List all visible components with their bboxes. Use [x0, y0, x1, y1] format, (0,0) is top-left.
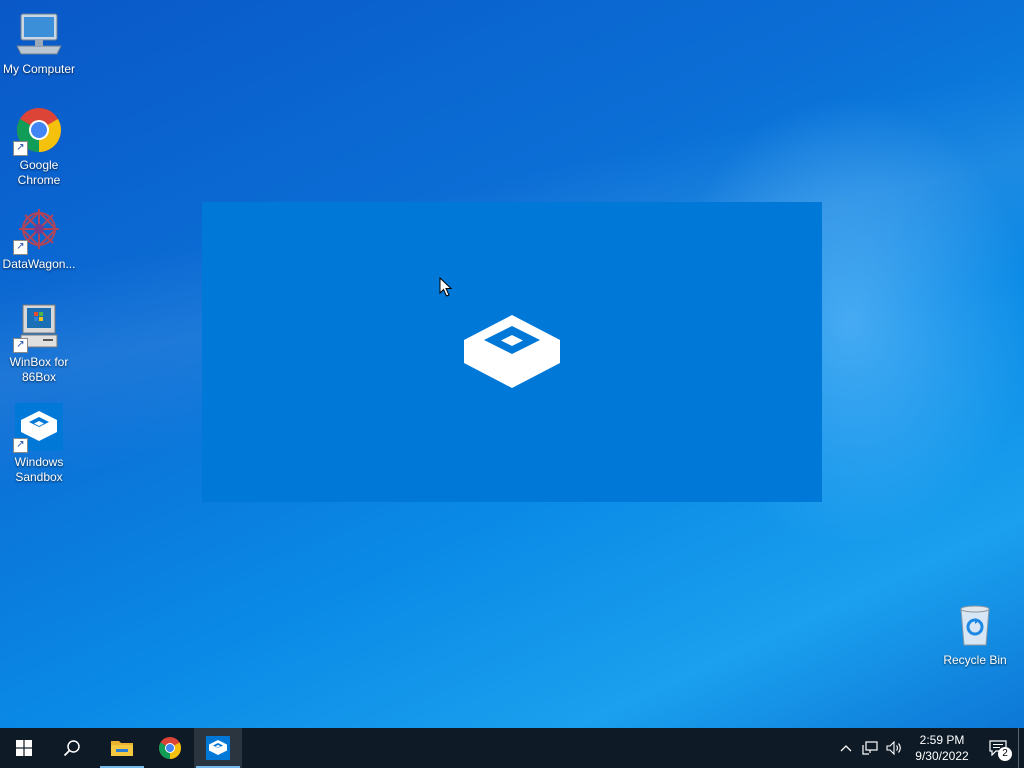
winbox-icon: ↗ — [13, 303, 63, 353]
shortcut-arrow-icon: ↗ — [13, 438, 28, 453]
chrome-icon: ↗ — [13, 106, 63, 156]
windows-sandbox-icon: ↗ — [13, 403, 63, 453]
windows-sandbox-splash-window[interactable] — [202, 202, 822, 502]
start-button[interactable] — [0, 728, 48, 768]
windows-logo-icon — [16, 740, 32, 756]
windows-sandbox-logo-icon — [464, 315, 560, 388]
speaker-icon — [886, 741, 901, 755]
show-desktop-button[interactable] — [1018, 728, 1024, 768]
clock-time: 2:59 PM — [919, 733, 965, 747]
desktop-icon-windows-sandbox[interactable]: ↗ Windows Sandbox — [0, 403, 78, 485]
computer-icon — [15, 10, 63, 58]
desktop-icon-label: Windows Sandbox — [14, 455, 64, 484]
search-icon — [63, 740, 80, 757]
shortcut-arrow-icon: ↗ — [13, 338, 28, 353]
desktop-icon-label: Google Chrome — [17, 158, 61, 187]
windows-sandbox-taskbar-button[interactable] — [194, 728, 242, 768]
system-tray: 2:59 PM 9/30/2022 2 — [834, 728, 1024, 768]
shortcut-arrow-icon: ↗ — [13, 240, 28, 255]
datawagon-icon: ↗ — [13, 205, 63, 255]
folder-icon — [111, 741, 133, 756]
desktop-icon-label: DataWagon... — [2, 257, 76, 271]
chrome-icon — [159, 737, 181, 759]
desktop-icon-recycle-bin[interactable]: Recycle Bin — [936, 601, 1014, 668]
shortcut-arrow-icon: ↗ — [13, 141, 28, 156]
recycle-bin-icon — [951, 601, 999, 649]
taskbar: 2:59 PM 9/30/2022 2 — [0, 728, 1024, 768]
desktop-icon-label: WinBox for 86Box — [9, 355, 69, 384]
chevron-up-icon — [840, 745, 852, 752]
notification-count-badge: 2 — [998, 747, 1012, 761]
desktop-icon-label: Recycle Bin — [943, 653, 1007, 667]
network-button[interactable] — [858, 728, 882, 768]
desktop-icon-datawagon[interactable]: ↗ DataWagon... — [0, 205, 78, 272]
file-explorer-button[interactable] — [98, 728, 146, 768]
show-hidden-icons-button[interactable] — [834, 728, 858, 768]
desktop-icon-google-chrome[interactable]: ↗ Google Chrome — [0, 106, 78, 188]
chrome-taskbar-button[interactable] — [146, 728, 194, 768]
desktop-icon-winbox[interactable]: ↗ WinBox for 86Box — [0, 303, 78, 385]
action-center-button[interactable]: 2 — [978, 728, 1018, 768]
windows-sandbox-icon — [206, 736, 230, 760]
clock-date: 9/30/2022 — [915, 749, 969, 763]
search-button[interactable] — [48, 728, 96, 768]
desktop-icon-my-computer[interactable]: My Computer — [0, 10, 78, 77]
volume-button[interactable] — [882, 728, 906, 768]
mouse-cursor-icon — [439, 277, 453, 297]
desktop-icon-label: My Computer — [2, 62, 76, 76]
clock[interactable]: 2:59 PM 9/30/2022 — [906, 732, 978, 764]
network-icon — [862, 741, 878, 755]
